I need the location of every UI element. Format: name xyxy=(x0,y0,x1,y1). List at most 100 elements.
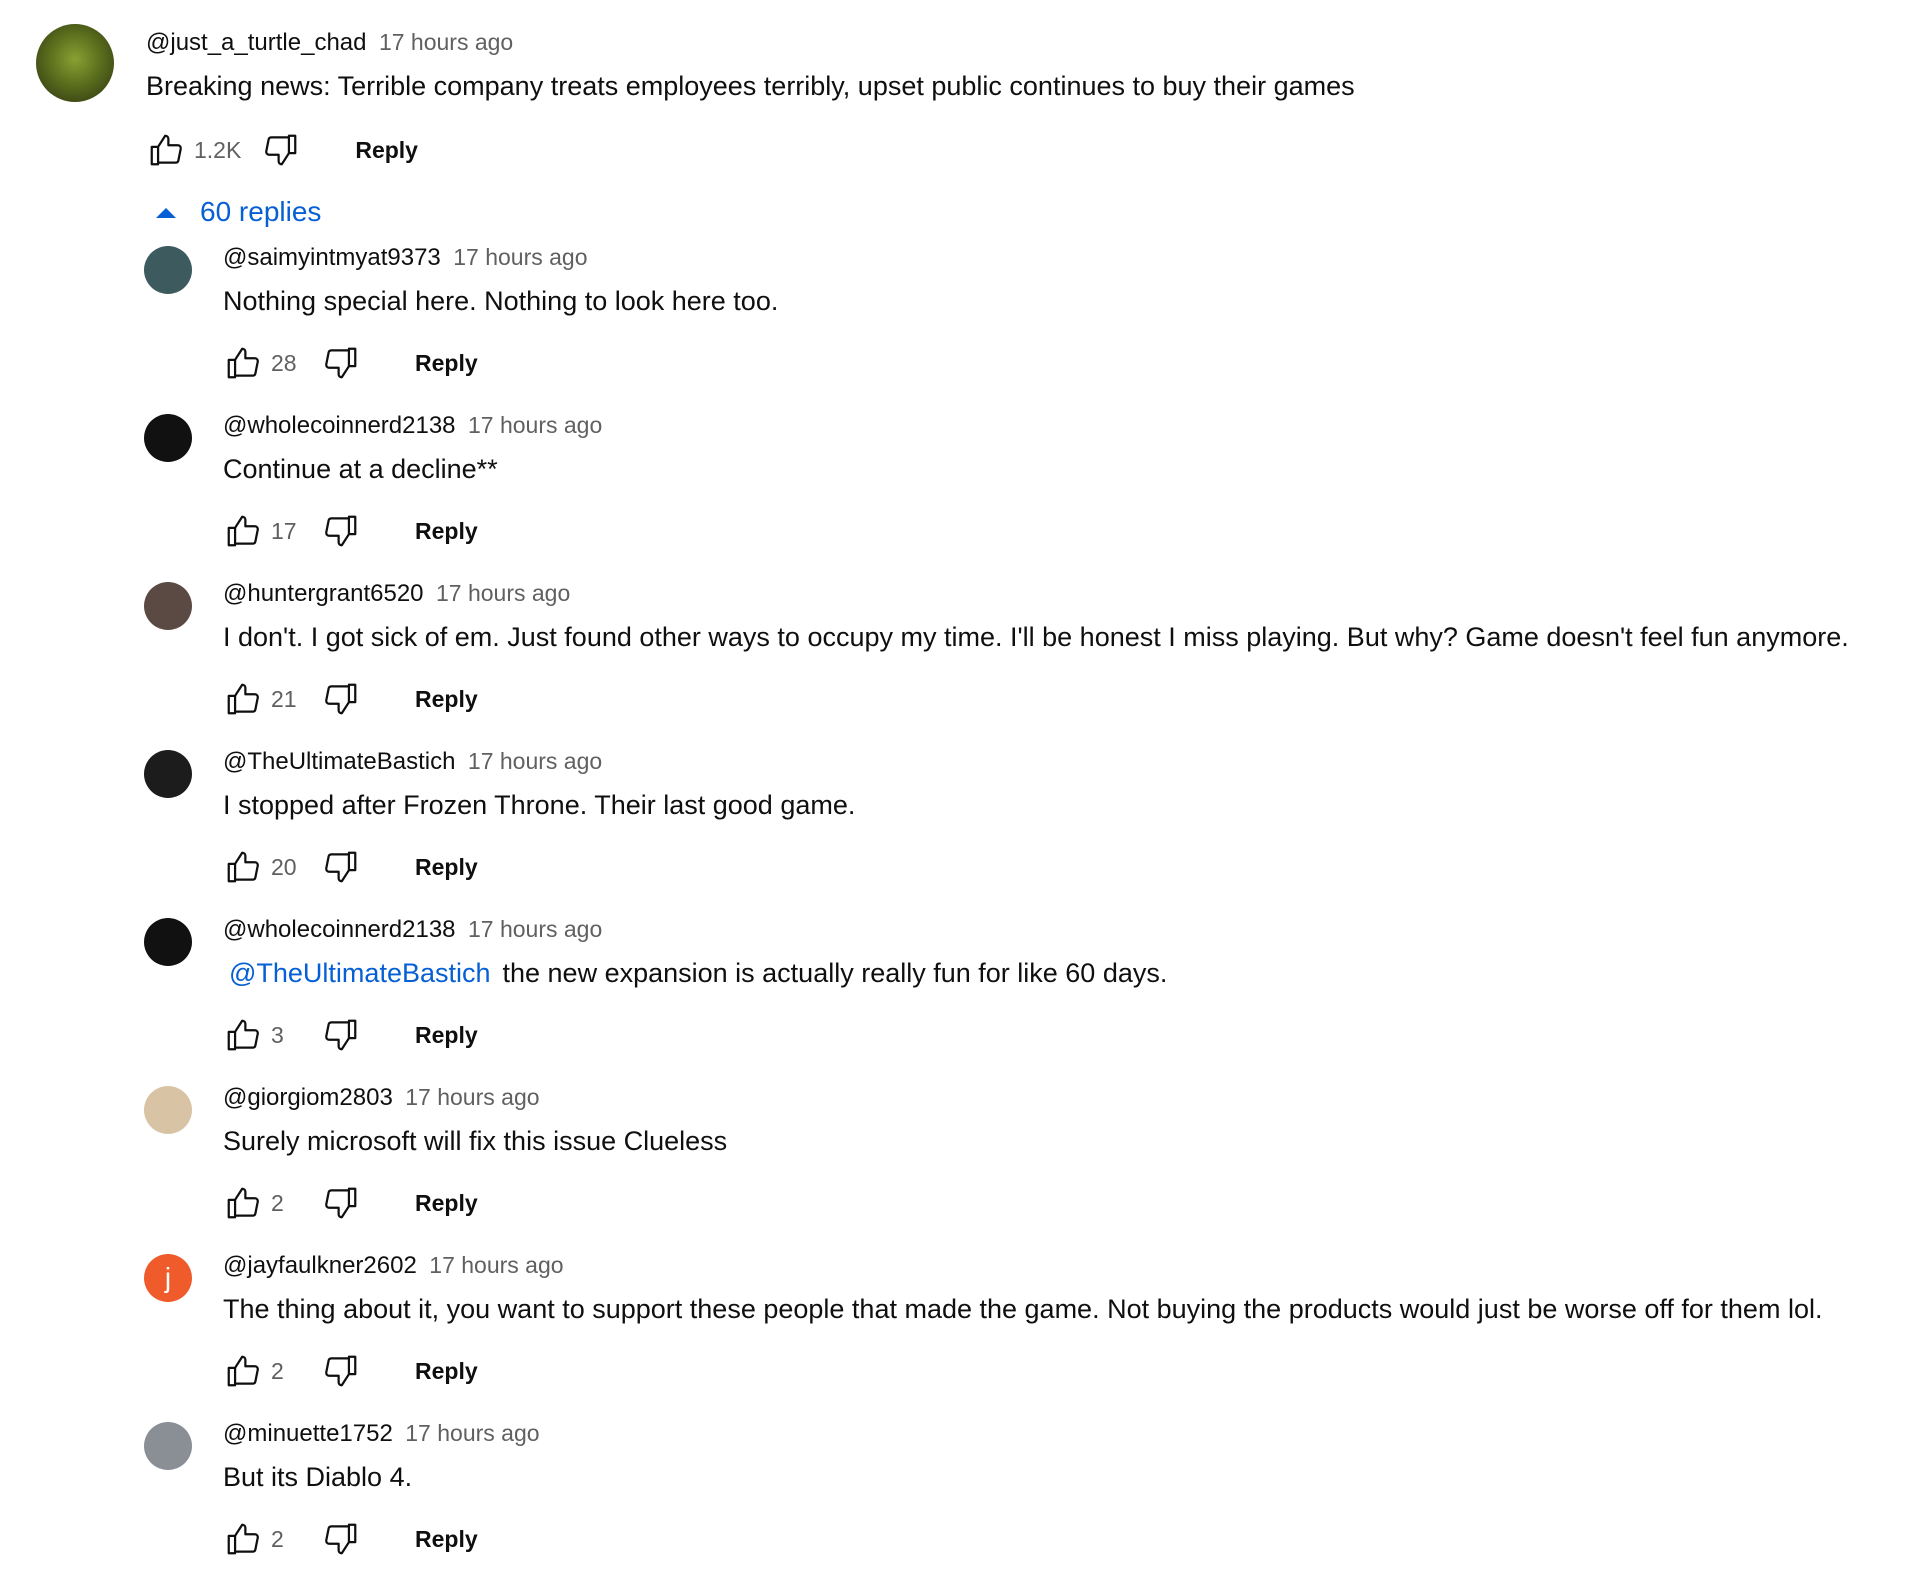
comment-text: Surely microsoft will fix this issue Clu… xyxy=(223,1123,1903,1159)
comment-text: Continue at a decline** xyxy=(223,451,1903,487)
timestamp[interactable]: 17 hours ago xyxy=(468,916,602,942)
thumbs-down-icon[interactable] xyxy=(321,1015,361,1055)
comment-message: Surely microsoft will fix this issue Clu… xyxy=(223,1126,728,1156)
comment-text: I don't. I got sick of em. Just found ot… xyxy=(223,619,1903,655)
avatar[interactable] xyxy=(144,750,192,798)
thumbs-up-icon[interactable] xyxy=(223,679,263,719)
avatar[interactable] xyxy=(36,24,114,102)
reply-button[interactable]: Reply xyxy=(405,1352,488,1391)
thumbs-up-icon[interactable] xyxy=(146,130,186,170)
comment-text: @TheUltimateBastich the new expansion is … xyxy=(223,955,1903,991)
comment-body: @wholecoinnerd2138 17 hours ago Continue… xyxy=(223,407,1903,555)
comment-body: @huntergrant6520 17 hours ago I don't. I… xyxy=(223,575,1903,723)
comment-message: Nothing special here. Nothing to look he… xyxy=(223,286,779,316)
comment-thread: @just_a_turtle_chad 17 hours ago Breakin… xyxy=(0,0,1920,1560)
thumbs-up-icon[interactable] xyxy=(223,1015,263,1055)
timestamp[interactable]: 17 hours ago xyxy=(379,29,513,55)
reply-button[interactable]: Reply xyxy=(405,1184,488,1223)
thumbs-up-icon[interactable] xyxy=(223,343,263,383)
timestamp[interactable]: 17 hours ago xyxy=(468,412,602,438)
reply-item: @giorgiom2803 17 hours ago Surely micros… xyxy=(144,1084,1904,1254)
author-name[interactable]: @TheUltimateBastich xyxy=(223,748,455,775)
thumbs-up-icon[interactable] xyxy=(223,1183,263,1223)
comment-actions: 20 Reply xyxy=(223,843,1903,891)
like-count: 21 xyxy=(271,685,297,712)
comment-header: @huntergrant6520 17 hours ago xyxy=(223,575,1903,611)
comment-message: But its Diablo 4. xyxy=(223,1462,413,1492)
like-count: 3 xyxy=(271,1021,284,1048)
reply-item: @huntergrant6520 17 hours ago I don't. I… xyxy=(144,580,1904,750)
thumbs-down-icon[interactable] xyxy=(321,847,361,887)
like-count: 1.2K xyxy=(194,136,242,163)
reply-item: @wholecoinnerd2138 17 hours ago Continue… xyxy=(144,412,1904,582)
thumbs-down-icon[interactable] xyxy=(261,130,301,170)
comment-header: @saimyintmyat9373 17 hours ago xyxy=(223,239,1903,275)
reply-button[interactable]: Reply xyxy=(405,680,488,719)
thumbs-up-icon[interactable] xyxy=(223,1519,263,1559)
author-name[interactable]: @minuette1752 xyxy=(223,1420,393,1447)
comment-message: The thing about it, you want to support … xyxy=(223,1294,1823,1324)
avatar[interactable] xyxy=(144,918,192,966)
mention-link[interactable]: @TheUltimateBastich xyxy=(229,958,491,988)
reply-button[interactable]: Reply xyxy=(405,848,488,887)
avatar[interactable] xyxy=(144,246,192,294)
reply-button[interactable]: Reply xyxy=(405,512,488,551)
avatar[interactable] xyxy=(144,582,192,630)
author-name[interactable]: @just_a_turtle_chad xyxy=(146,29,367,56)
comment-actions: 2 Reply xyxy=(223,1515,1903,1563)
thumbs-down-icon[interactable] xyxy=(321,679,361,719)
replies-toggle[interactable]: 60 replies xyxy=(154,190,321,234)
comment-actions: 21 Reply xyxy=(223,675,1903,723)
avatar-letter: j xyxy=(164,1262,172,1293)
comment-actions: 3 Reply xyxy=(223,1011,1903,1059)
author-name[interactable]: @saimyintmyat9373 xyxy=(223,244,441,271)
timestamp[interactable]: 17 hours ago xyxy=(405,1420,539,1446)
like-count: 28 xyxy=(271,349,297,376)
comment-actions: 2 Reply xyxy=(223,1179,1903,1227)
timestamp[interactable]: 17 hours ago xyxy=(429,1252,563,1278)
thumbs-down-icon[interactable] xyxy=(321,1519,361,1559)
reply-item: @TheUltimateBastich 17 hours ago I stopp… xyxy=(144,748,1904,918)
author-name[interactable]: @giorgiom2803 xyxy=(223,1084,393,1111)
author-name[interactable]: @huntergrant6520 xyxy=(223,580,424,607)
comment-body: @TheUltimateBastich 17 hours ago I stopp… xyxy=(223,743,1903,891)
reply-item: @wholecoinnerd2138 17 hours ago @TheUlti… xyxy=(144,916,1904,1086)
comment-text: But its Diablo 4. xyxy=(223,1459,1903,1495)
thumbs-up-icon[interactable] xyxy=(223,847,263,887)
comment-message: I don't. I got sick of em. Just found ot… xyxy=(223,622,1849,652)
author-name[interactable]: @jayfaulkner2602 xyxy=(223,1252,417,1279)
comment-header: @wholecoinnerd2138 17 hours ago xyxy=(223,407,1903,443)
comment-actions: 28 Reply xyxy=(223,339,1903,387)
thumbs-down-icon[interactable] xyxy=(321,511,361,551)
comment-actions: 1.2K Reply xyxy=(146,126,1886,174)
comment-header: @jayfaulkner2602 17 hours ago xyxy=(223,1247,1903,1283)
timestamp[interactable]: 17 hours ago xyxy=(436,580,570,606)
comment-header: @just_a_turtle_chad 17 hours ago xyxy=(146,24,1886,60)
thumbs-up-icon[interactable] xyxy=(223,511,263,551)
reply-button[interactable]: Reply xyxy=(405,1520,488,1559)
reply-button[interactable]: Reply xyxy=(345,131,428,170)
author-name[interactable]: @wholecoinnerd2138 xyxy=(223,412,456,439)
thumbs-up-icon[interactable] xyxy=(223,1351,263,1391)
comment-message: the new expansion is actually really fun… xyxy=(502,958,1168,988)
avatar[interactable]: j xyxy=(144,1254,192,1302)
timestamp[interactable]: 17 hours ago xyxy=(405,1084,539,1110)
comment-message: I stopped after Frozen Throne. Their las… xyxy=(223,790,856,820)
avatar[interactable] xyxy=(144,414,192,462)
comment-actions: 17 Reply xyxy=(223,507,1903,555)
comment-actions: 2 Reply xyxy=(223,1347,1903,1395)
timestamp[interactable]: 17 hours ago xyxy=(453,244,587,270)
replies-count-label: 60 replies xyxy=(200,196,322,227)
author-name[interactable]: @wholecoinnerd2138 xyxy=(223,916,456,943)
reply-button[interactable]: Reply xyxy=(405,344,488,383)
reply-button[interactable]: Reply xyxy=(405,1016,488,1055)
avatar[interactable] xyxy=(144,1086,192,1134)
thumbs-down-icon[interactable] xyxy=(321,343,361,383)
comment-body: @saimyintmyat9373 17 hours ago Nothing s… xyxy=(223,239,1903,387)
comment-text: Nothing special here. Nothing to look he… xyxy=(223,283,1903,319)
thumbs-down-icon[interactable] xyxy=(321,1351,361,1391)
timestamp[interactable]: 17 hours ago xyxy=(468,748,602,774)
like-count: 2 xyxy=(271,1189,284,1216)
thumbs-down-icon[interactable] xyxy=(321,1183,361,1223)
avatar[interactable] xyxy=(144,1422,192,1470)
